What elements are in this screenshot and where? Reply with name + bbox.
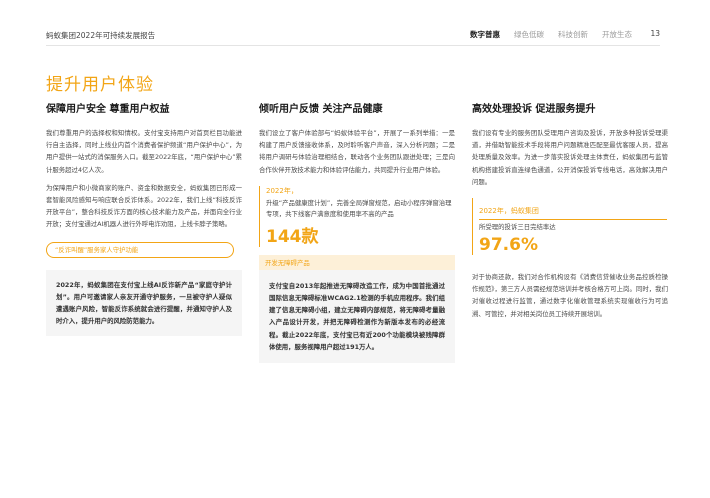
column-heading: 倾听用户反馈 关注产品健康 (259, 104, 383, 115)
section-title: 提升用户体验 (46, 75, 154, 95)
chapter-nav: 数字普惠 绿色低碳 科技创新 开放生态 (470, 29, 632, 40)
paragraph: 我们设立了客户体验部与“蚂蚁体验平台”，开展了一系列举措：一是构建了用户反馈接收… (259, 129, 455, 174)
paragraph: 我们设有专业的服务团队受理用户咨询及投诉，开放多种投诉受理渠道，并借助智能技术手… (472, 129, 668, 186)
case-note-box: 支付宝自2013年起推进无障碍改造工作，成为中国首批通过国际信息无障碍标准WCA… (259, 269, 455, 364)
nav-item-digital-inclusion[interactable]: 数字普惠 (470, 29, 500, 40)
column-user-safety: 保障用户安全 尊重用户权益 我们尊重用户的选择权和知情权。支付宝支持用户对首页栏… (46, 100, 242, 337)
page-header: 蚂蚁集团2022年可持续发展报告 数字普惠 绿色低碳 科技创新 开放生态 13 (0, 0, 710, 46)
case-note-box: 2022年，蚂蚁集团在支付宝上线AI反诈新产品“家庭守护计划”。用户可邀请家人亲… (46, 269, 242, 337)
nav-item-open-ecosystem[interactable]: 开放生态 (602, 29, 632, 40)
column-heading: 高效处理投诉 促进服务提升 (472, 104, 596, 115)
nav-item-green-low-carbon[interactable]: 绿色低碳 (514, 29, 544, 40)
paragraph: 我们尊重用户的选择权和知情权。支付宝支持用户对首页栏目功能进行自主选择，同时上线… (46, 129, 242, 174)
stat-highlight: 2022年， 升级“产品健康度计划”，完善全局弹窗规范，启动小程序弹窗治理专项，… (259, 185, 455, 247)
paragraph: 为保障用户和小微商家的账户、资金和数据安全，蚂蚁集团已形成一套智能风险感知与响应… (46, 183, 242, 229)
stat-highlight: 2022年，蚂蚁集团 所受理的投诉三日完结率达 97.6% (472, 198, 668, 256)
stat-value: 144款 (266, 226, 319, 247)
accessibility-label: 开发无障碍产品 (259, 254, 455, 270)
column-heading: 保障用户安全 尊重用户权益 (46, 104, 170, 115)
column-complaints: 高效处理投诉 促进服务提升 我们设有专业的服务团队受理用户咨询及投诉，开放多种投… (472, 100, 668, 326)
stat-description: 所受理的投诉三日完结率达 (479, 223, 556, 232)
report-title: 蚂蚁集团2022年可持续发展报告 (46, 31, 156, 40)
column-user-feedback: 倾听用户反馈 关注产品健康 我们设立了客户体验部与“蚂蚁体验平台”，开展了一系列… (259, 100, 455, 364)
stat-year: 2022年，蚂蚁集团 (479, 206, 667, 221)
stat-value: 97.6% (479, 235, 538, 256)
paragraph: 对于协商还款，我们对合作机构设有《消费信贷催收业务品控质检操作规范》，第三方人员… (472, 273, 668, 318)
nav-item-tech-innovation[interactable]: 科技创新 (558, 29, 588, 40)
header-divider (46, 45, 660, 46)
stat-description: 升级“产品健康度计划”，完善全局弹窗规范，启动小程序弹窗治理专项，共下线客户满意… (266, 198, 452, 218)
page-number: 13 (650, 29, 660, 38)
feature-tag: “反诈叫醒”服务家人守护功能 (46, 241, 234, 258)
stat-year: 2022年， (266, 186, 298, 195)
